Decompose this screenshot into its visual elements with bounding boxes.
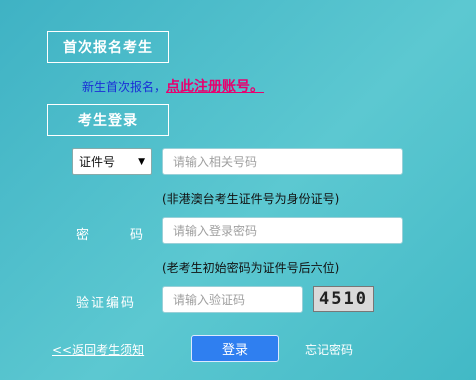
captcha-image[interactable]: 4510 (313, 286, 374, 312)
back-to-notice-link[interactable]: <<返回考生须知 (52, 341, 144, 358)
id-hint: (非港澳台考生证件号为身份证号) (162, 192, 340, 206)
password-hint: (老考生初始密码为证件号后六位) (162, 261, 340, 275)
register-line: 新生首次报名，点此注册账号。 (82, 76, 264, 96)
first-signup-heading: 首次报名考生 (47, 31, 169, 63)
id-number-input[interactable] (162, 148, 403, 175)
login-button[interactable]: 登录 (191, 335, 279, 362)
id-type-select[interactable]: 证件号 ▼ (72, 148, 152, 175)
register-link[interactable]: 点此注册账号。 (166, 79, 264, 95)
password-label-char1: 密 (76, 228, 90, 243)
register-comma: ， (154, 80, 167, 94)
login-heading: 考生登录 (47, 104, 169, 136)
login-title: 考生登录 (78, 113, 138, 129)
forgot-password-link[interactable]: 忘记密码 (305, 341, 353, 358)
password-input[interactable] (162, 217, 403, 244)
password-label-char2: 码 (130, 228, 144, 243)
chevron-down-icon: ▼ (138, 156, 145, 167)
new-student-text: 新生首次报名 (82, 80, 155, 94)
captcha-label: 验证编码 (76, 296, 137, 311)
first-signup-title: 首次报名考生 (63, 40, 153, 56)
captcha-input[interactable] (162, 286, 303, 313)
id-type-value: 证件号 (79, 155, 116, 169)
